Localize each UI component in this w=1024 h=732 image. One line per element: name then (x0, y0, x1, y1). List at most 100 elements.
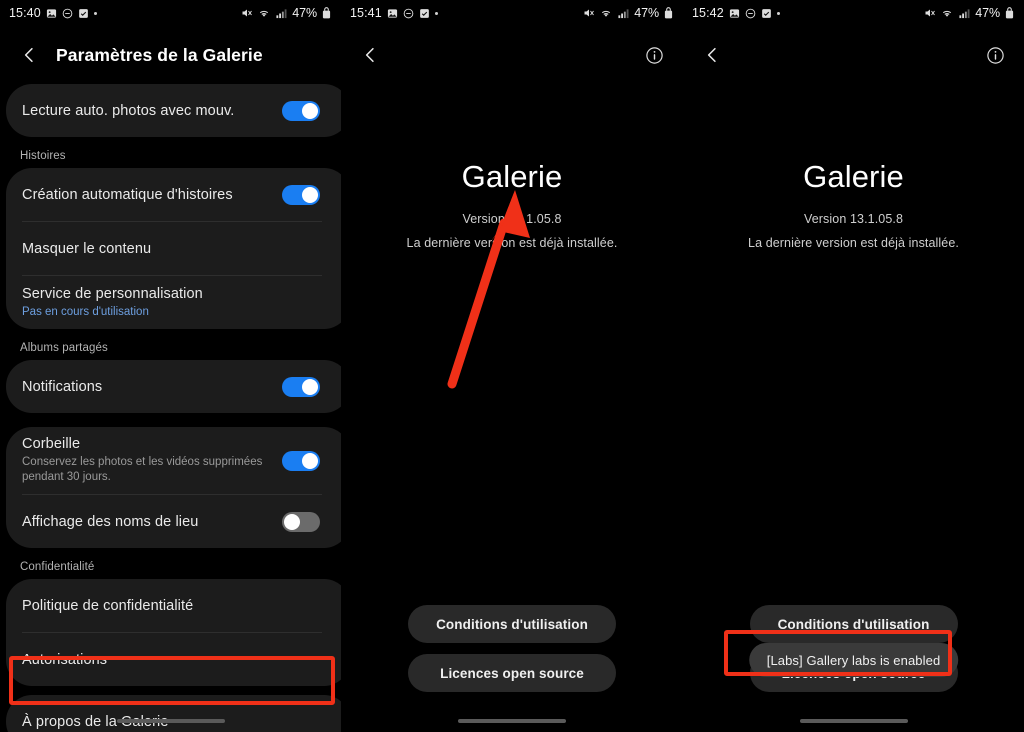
update-status-text: La dernière version est déjà installée. (748, 236, 959, 250)
toggle-trash[interactable] (282, 450, 320, 471)
settings-card-autoplay: Lecture auto. photos avec mouv. (6, 84, 341, 137)
setting-text: Corbeille Conservez les photos et les vi… (22, 436, 282, 485)
settings-card-shared-albums: Notifications (6, 360, 341, 413)
status-time: 15:41 (350, 6, 382, 20)
battery-lock-icon (664, 7, 673, 19)
status-bar-left: 15:42 (692, 6, 780, 20)
status-time: 15:40 (9, 6, 41, 20)
info-circle-icon[interactable] (641, 42, 667, 68)
checkbox-icon (419, 8, 430, 19)
terms-of-use-button[interactable]: Conditions d'utilisation (749, 605, 958, 643)
toggle-notifications[interactable] (282, 376, 320, 397)
settings-card-histoires: Création automatique d'histoires Masquer… (6, 168, 341, 329)
dot-icon (93, 11, 97, 15)
phone-screen-gallery-settings: 15:40 47% Paramètres de la Galerie Lectu… (0, 0, 341, 732)
home-indicator[interactable] (799, 719, 908, 723)
app-version: Version 13.1.05.8 (804, 212, 903, 226)
back-chevron-icon[interactable] (699, 42, 725, 68)
settings-list: Lecture auto. photos avec mouv. Histoire… (0, 84, 341, 732)
back-chevron-icon[interactable] (16, 42, 42, 68)
battery-lock-icon (1005, 7, 1014, 19)
setting-row-privacy-policy[interactable]: Politique de confidentialité (22, 579, 334, 632)
about-actions: Conditions d'utilisation Licences open s… (341, 605, 683, 692)
toggle-knob (302, 378, 318, 395)
app-name: Galerie (461, 159, 563, 194)
wifi-icon (941, 7, 953, 19)
status-bar-right: 47% (241, 6, 331, 20)
battery-lock-icon (322, 7, 331, 19)
phone-screen-about-gallery-labs-toast: 15:42 47% Galerie Version 13.1.05.8 La d… (683, 0, 1024, 732)
app-bar (341, 26, 683, 84)
setting-row-location-names[interactable]: Affichage des noms de lieu (22, 495, 334, 548)
dot-icon (434, 11, 438, 15)
settings-card-trash: Corbeille Conservez les photos et les vi… (6, 427, 341, 548)
battery-percent: 47% (975, 6, 1000, 20)
page-title: Paramètres de la Galerie (56, 44, 263, 65)
terms-of-use-button[interactable]: Conditions d'utilisation (408, 605, 616, 643)
setting-row-hide-content[interactable]: Masquer le contenu (22, 222, 334, 275)
wifi-icon (600, 7, 612, 19)
setting-text: Autorisations (22, 652, 334, 668)
setting-row-auto-stories[interactable]: Création automatique d'histoires (22, 168, 334, 221)
open-source-licenses-button[interactable]: Licences open source (408, 654, 616, 692)
setting-text: Politique de confidentialité (22, 598, 334, 614)
status-bar-left: 15:40 (9, 6, 97, 20)
setting-text: Affichage des noms de lieu (22, 514, 282, 530)
status-bar-right: 47% (583, 6, 673, 20)
toggle-knob (302, 102, 318, 119)
signal-icon (275, 8, 287, 19)
toggle-location-names[interactable] (282, 511, 320, 532)
setting-row-trash[interactable]: Corbeille Conservez les photos et les vi… (22, 427, 334, 494)
do-not-disturb-icon (403, 8, 414, 19)
setting-label: Politique de confidentialité (22, 597, 194, 614)
signal-icon (617, 8, 629, 19)
battery-percent: 47% (292, 6, 317, 20)
setting-text: Création automatique d'histoires (22, 187, 282, 203)
toast-gallery-labs-enabled: [Labs] Gallery labs is enabled (748, 643, 959, 677)
setting-label: Lecture auto. photos avec mouv. (22, 102, 235, 119)
app-version: Version 13.1.05.8 (462, 212, 562, 226)
setting-text: Service de personnalisation Pas en cours… (22, 286, 334, 320)
setting-row-about-gallery[interactable]: À propos de la Galerie (22, 695, 334, 732)
dot-icon (776, 11, 780, 15)
home-indicator[interactable] (116, 719, 225, 723)
setting-label: Notifications (22, 378, 103, 395)
mute-icon (924, 7, 936, 19)
toggle-auto-stories[interactable] (282, 184, 320, 205)
home-indicator[interactable] (458, 719, 566, 723)
mute-icon (241, 7, 253, 19)
checkbox-icon (761, 8, 772, 19)
back-chevron-icon[interactable] (357, 42, 383, 68)
setting-sublabel: Pas en cours d'utilisation (22, 305, 149, 318)
about-content: Galerie Version 13.1.05.8 La dernière ve… (683, 84, 1024, 250)
three-phone-screenshots: 15:40 47% Paramètres de la Galerie Lectu… (0, 0, 1024, 732)
section-label-confidentialite: Confidentialité (20, 561, 95, 573)
do-not-disturb-icon (745, 8, 756, 19)
app-bar: Paramètres de la Galerie (0, 26, 341, 84)
status-bar: 15:42 47% (683, 0, 1024, 26)
image-icon (729, 8, 740, 19)
info-circle-icon[interactable] (982, 42, 1008, 68)
image-icon (46, 8, 57, 19)
app-bar (683, 26, 1024, 84)
setting-row-personalization-service[interactable]: Service de personnalisation Pas en cours… (22, 276, 334, 329)
toggle-knob (302, 186, 318, 203)
setting-row-notifications[interactable]: Notifications (22, 360, 334, 413)
status-bar-left: 15:41 (350, 6, 438, 20)
toggle-knob (284, 513, 300, 530)
setting-label: Affichage des noms de lieu (22, 513, 199, 530)
section-label-histoires: Histoires (20, 150, 66, 162)
setting-text: Lecture auto. photos avec mouv. (22, 103, 282, 119)
section-label-albums-partages: Albums partagés (20, 342, 108, 354)
status-bar-right: 47% (924, 6, 1014, 20)
status-bar: 15:41 47% (341, 0, 683, 26)
setting-row-autoplay[interactable]: Lecture auto. photos avec mouv. (22, 84, 334, 137)
setting-text: Masquer le contenu (22, 241, 334, 257)
about-content: Galerie Version 13.1.05.8 La dernière ve… (341, 84, 683, 250)
toggle-autoplay[interactable] (282, 100, 320, 121)
setting-row-permissions[interactable]: Autorisations (22, 633, 334, 686)
update-status-text: La dernière version est déjà installée. (406, 236, 618, 250)
status-bar: 15:40 47% (0, 0, 341, 26)
